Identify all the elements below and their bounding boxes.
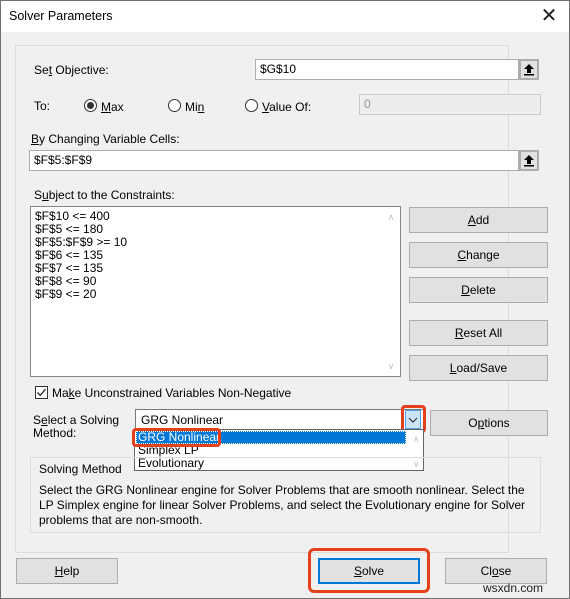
solving-method-description: Select the GRG Nonlinear engine for Solv… [39,483,526,527]
constraints-listbox[interactable]: $F$10 <= 400 $F$5 <= 180 $F$5:$F$9 >= 10… [30,206,401,377]
radio-value-of[interactable] [245,99,258,112]
upload-arrow-icon [524,155,534,167]
solving-method-selected: GRG Nonlinear [141,413,224,427]
constraint-item[interactable]: $F$7 <= 135 [35,261,103,275]
solving-method-group-title: Solving Method [39,462,122,476]
set-objective-input[interactable]: $G$10 [255,59,519,80]
constraint-item[interactable]: $F$5:$F$9 >= 10 [35,235,127,249]
solving-method-label-line2: Method: [33,426,77,440]
constraint-item[interactable]: $F$9 <= 20 [35,287,96,301]
checkmark-icon [37,388,46,397]
radio-min[interactable] [168,99,181,112]
constraint-item[interactable]: $F$6 <= 135 [35,248,103,262]
constraint-item[interactable]: $F$10 <= 400 [35,209,110,223]
add-button[interactable]: Add [409,207,548,233]
radio-min-label[interactable]: Min [185,100,204,114]
to-label: To: [34,99,51,113]
solve-highlight [308,548,430,593]
solving-method-label: Select a Solving [33,413,120,427]
dialog-title: Solver Parameters [9,9,113,23]
reset-all-button[interactable]: Reset All [409,320,548,346]
scroll-up-icon[interactable]: ∧ [411,435,421,444]
solver-parameters-dialog: Solver Parameters ✕ Set Objective: $G$10… [0,0,570,599]
value-of-input[interactable]: 0 [359,94,541,115]
objective-collapse-button[interactable] [519,59,539,80]
title-bar: Solver Parameters ✕ [1,1,569,32]
value-of-value: 0 [364,97,371,111]
changing-cells-value: $F$5:$F$9 [34,153,93,167]
watermark: wsxdn.com [483,581,544,595]
close-icon[interactable]: ✕ [537,4,561,28]
scroll-down-icon[interactable]: ∨ [386,362,396,371]
delete-button[interactable]: Delete [409,277,548,303]
changing-cells-input[interactable]: $F$5:$F$9 [29,150,519,171]
radio-max-label[interactable]: Max [101,100,124,114]
changing-cells-label: By Changing Variable Cells: [31,132,180,146]
constraints-scrollbar[interactable]: ∧ ∨ [383,207,400,376]
nonnegative-checkbox[interactable] [35,386,48,399]
help-button[interactable]: Help [16,558,118,584]
option-highlight [132,428,221,447]
set-objective-label: Set Objective: [34,63,109,77]
change-button[interactable]: Change [409,242,548,268]
nonnegative-label[interactable]: Make Unconstrained Variables Non-Negativ… [52,386,291,400]
radio-max[interactable] [84,99,97,112]
constraint-item[interactable]: $F$5 <= 180 [35,222,103,236]
radio-value-of-label[interactable]: Value Of: [262,100,311,114]
constraint-item[interactable]: $F$8 <= 90 [35,274,96,288]
set-objective-value: $G$10 [260,62,297,76]
upload-arrow-icon [524,64,534,76]
load-save-button[interactable]: Load/Save [409,355,548,381]
changing-cells-collapse-button[interactable] [519,150,539,171]
options-button[interactable]: Op tions [430,410,548,436]
solving-method-select[interactable]: GRG Nonlinear [135,409,425,430]
scroll-up-icon[interactable]: ∧ [386,213,396,222]
constraints-label: Subject to the Constraints: [34,188,175,202]
